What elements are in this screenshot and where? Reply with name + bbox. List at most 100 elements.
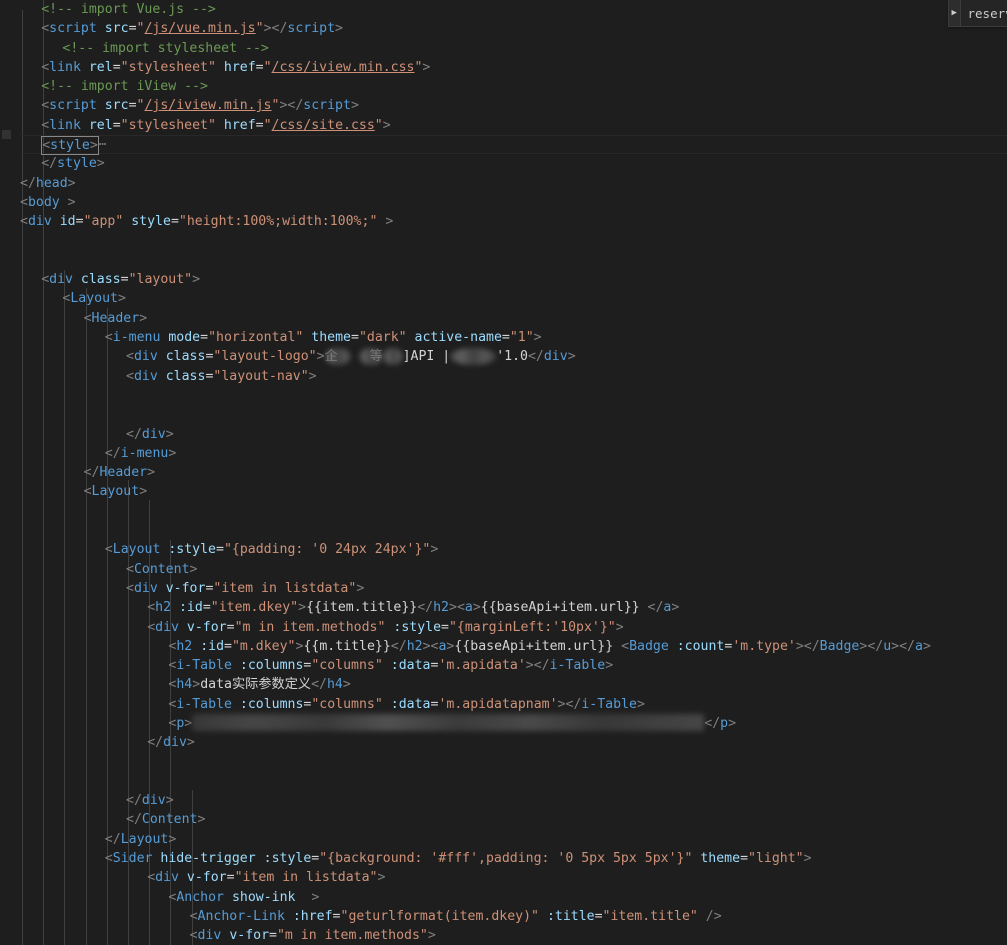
code-line[interactable]: <h4>data实际参数定义</h4> — [20, 675, 1007, 694]
code-line[interactable]: </head> — [20, 174, 1007, 193]
code-line[interactable] — [20, 386, 1007, 405]
code-line[interactable]: <!-- import Vue.js --> — [20, 0, 1007, 19]
code-line[interactable]: <div class="layout-logo"> 企 等]API | '1.0</… — [20, 347, 1007, 366]
code-line[interactable] — [20, 232, 1007, 251]
code-line[interactable] — [20, 753, 1007, 772]
code-content[interactable]: <!-- import Vue.js --> <script src="/js/v… — [20, 0, 1007, 945]
code-line[interactable] — [20, 405, 1007, 424]
code-token: = — [255, 59, 264, 75]
code-line[interactable]: <div v-for="m in item.methods" :style="{… — [20, 618, 1007, 637]
code-line[interactable]: <h2 :id="item.dkey">{{item.title}}</h2><… — [20, 598, 1007, 617]
code-token: " — [263, 59, 272, 75]
code-line[interactable]: <div v-for="m in item.methods"> — [20, 926, 1007, 945]
code-line[interactable]: <Layout> — [20, 482, 1007, 501]
code-token: > — [117, 291, 126, 307]
code-line[interactable]: <script src="/js/vue.min.js"></script> — [20, 19, 1007, 38]
code-token: > — [922, 638, 931, 654]
code-line[interactable] — [20, 772, 1007, 791]
code-token: </ — [20, 175, 36, 191]
code-token: >< — [422, 638, 439, 654]
code-token: rel — [88, 117, 113, 133]
code-line[interactable]: <link rel="stylesheet" href="/css/iview.… — [20, 58, 1007, 77]
redacted-paragraph-text — [192, 714, 705, 732]
code-token: = — [740, 851, 749, 867]
code-token: > — [197, 812, 206, 828]
code-token: id — [59, 214, 76, 230]
code-token: 'm.apidatapnam' — [438, 696, 558, 712]
code-token: < — [147, 600, 156, 616]
code-line[interactable]: </div> — [20, 733, 1007, 752]
code-line[interactable]: </Content> — [20, 810, 1007, 829]
code-line[interactable]: <h2 :id="m.dkey">{{m.title}}</h2><a>{{ba… — [20, 637, 1007, 656]
vertical-scrollbar[interactable] — [996, 27, 1007, 945]
code-token: Header — [91, 310, 140, 326]
code-line[interactable]: <script src="/js/iview.min.js"></script> — [20, 96, 1007, 115]
code-token: > — [186, 735, 195, 751]
code-line[interactable]: <!-- import stylesheet --> — [20, 39, 1007, 58]
code-line[interactable]: <p> </p> — [20, 714, 1007, 733]
code-token: >< — [449, 600, 465, 616]
code-line[interactable]: <Anchor-Link :href="geturlformat(item.dk… — [20, 907, 1007, 926]
code-line[interactable]: </style> — [20, 154, 1007, 173]
code-token: "{padding: '0 24px 24px'}" — [223, 542, 431, 558]
fold-marker-icon[interactable] — [2, 130, 11, 139]
code-token: > — [335, 21, 343, 37]
code-line[interactable]: <div v-for="item in listdata"> — [20, 579, 1007, 598]
code-line[interactable]: </Layout> — [20, 830, 1007, 849]
code-line[interactable]: <Anchor show-ink > — [20, 888, 1007, 907]
code-line[interactable]: <Layout> — [20, 289, 1007, 308]
code-line[interactable]: <div class="layout"> — [20, 270, 1007, 289]
code-token: > — [382, 117, 391, 133]
code-token: < — [83, 484, 92, 500]
code-token: > — [728, 715, 737, 731]
code-token: :style — [168, 542, 216, 558]
code-line[interactable]: <i-menu mode="horizontal" theme="dark" a… — [20, 328, 1007, 347]
code-token: </ — [83, 465, 100, 481]
code-line[interactable]: <!-- import iView --> — [20, 77, 1007, 96]
code-token: = — [332, 908, 341, 924]
code-token: rel — [88, 59, 113, 75]
code-token: '1.0 — [496, 349, 528, 365]
code-token: "item in listdata" — [213, 580, 357, 596]
code-line[interactable]: <Layout :style="{padding: '0 24px 24px'}… — [20, 540, 1007, 559]
code-line[interactable]: </i-menu> — [20, 444, 1007, 463]
code-token: = — [75, 214, 84, 230]
code-token: p — [720, 715, 729, 731]
code-line[interactable]: </Header> — [20, 463, 1007, 482]
reserve-popup[interactable]: ▶ reserve — [948, 0, 1007, 27]
code-token: > — [342, 677, 351, 693]
code-line[interactable]: <Content> — [20, 560, 1007, 579]
code-token: Badge — [629, 638, 669, 654]
code-token: div — [543, 349, 568, 365]
code-line[interactable]: </div> — [20, 425, 1007, 444]
code-token: head — [35, 175, 68, 191]
chevron-right-icon[interactable]: ▶ — [949, 0, 961, 26]
code-line[interactable]: <div id="app" style="height:100%;width:1… — [20, 212, 1007, 231]
code-line[interactable]: <Header> — [20, 309, 1007, 328]
code-token: < — [189, 928, 198, 944]
code-line[interactable]: <div class="layout-nav"> — [20, 367, 1007, 386]
code-line[interactable]: <Sider hide-trigger :style = "{background:… — [20, 849, 1007, 868]
code-line[interactable] — [20, 251, 1007, 270]
code-line[interactable] — [20, 521, 1007, 540]
code-line[interactable]: </div> — [20, 791, 1007, 810]
code-line[interactable]: <body > — [20, 193, 1007, 212]
code-token: "layout-nav" — [213, 368, 309, 384]
code-line[interactable]: <i-Table :columns="columns" :data='m.api… — [20, 656, 1007, 675]
code-token: = — [226, 619, 235, 635]
code-token: </ — [647, 600, 664, 616]
code-line[interactable]: <i-Table :columns="columns" :data='m.api… — [20, 695, 1007, 714]
code-line[interactable]: <div v-for="item in listdata"> — [20, 868, 1007, 887]
code-line[interactable] — [20, 502, 1007, 521]
code-line[interactable]: <link rel="stylesheet" href="/css/site.c… — [20, 116, 1007, 135]
code-line[interactable]: <style>⋯ — [20, 135, 1007, 156]
code-token: < — [41, 272, 50, 288]
code-token: = — [120, 272, 129, 288]
code-token: > — [636, 696, 645, 712]
code-editor[interactable]: <!-- import Vue.js --> <script src="/js/v… — [0, 0, 1007, 945]
code-token: style — [131, 214, 171, 230]
